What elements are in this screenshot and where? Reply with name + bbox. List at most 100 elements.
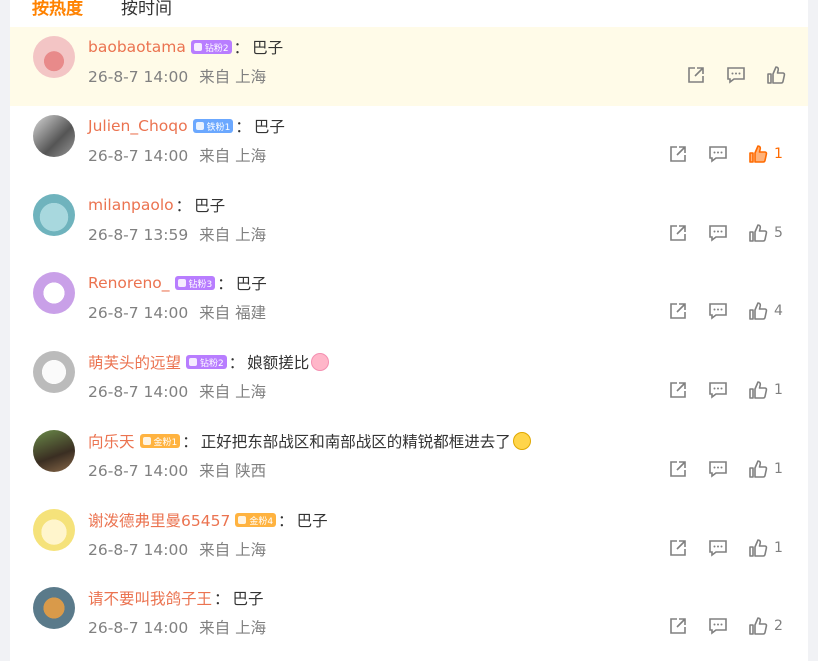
- comment-icon[interactable]: [708, 380, 728, 400]
- like-button[interactable]: 2: [748, 616, 783, 636]
- like-button[interactable]: 1: [748, 144, 783, 164]
- comment-item: 向乐天 金粉1 ： 正好把东部战区和南部战区的精锐都框进去了 26-8-7 14…: [10, 421, 808, 500]
- fan-badge[interactable]: 铁粉1: [192, 119, 234, 133]
- like-count: 1: [774, 382, 783, 398]
- like-button[interactable]: 1: [748, 538, 783, 558]
- comment-location: 来自 上海: [199, 226, 267, 244]
- pig-emoji-icon: [311, 353, 330, 371]
- comment-icon[interactable]: [708, 223, 728, 243]
- like-count: 1: [774, 540, 783, 556]
- thumbs-up-icon: [748, 223, 768, 243]
- comment-icon[interactable]: [708, 459, 728, 479]
- avatar[interactable]: [33, 509, 75, 551]
- comment-item: 谢泼德弗里曼65457 金粉4 ： 巴子 26-8-7 14:00 来自 上海 …: [10, 500, 808, 579]
- fan-badge[interactable]: 钻粉2: [186, 355, 227, 369]
- comment-location: 来自 福建: [199, 304, 267, 322]
- comment-username[interactable]: Renoreno_: [88, 274, 170, 292]
- comment-item: baobaotama 钻粉2 ： 巴子 26-8-7 14:00 来自 上海: [10, 27, 808, 106]
- avatar[interactable]: [33, 194, 75, 236]
- share-icon[interactable]: [668, 380, 688, 400]
- thumbs-up-icon: [748, 301, 768, 321]
- comment-username[interactable]: milanpaolo: [88, 196, 174, 214]
- separator-colon: ：: [217, 275, 233, 293]
- share-icon[interactable]: [668, 301, 688, 321]
- fan-badge[interactable]: 钻粉3: [174, 276, 216, 290]
- comment-item: 萌芙头的远望 钻粉2 ： 娘额搓比 26-8-7 14:00 来自 上海 1: [10, 342, 808, 421]
- separator-colon: ：: [175, 197, 192, 215]
- thinking-emoji-icon: [512, 432, 531, 450]
- separator-colon: ：: [233, 39, 250, 57]
- comment-icon[interactable]: [726, 65, 746, 85]
- sort-tabs: 按热度 按时间: [32, 0, 172, 20]
- avatar[interactable]: [33, 430, 75, 472]
- comment-text: 巴子: [235, 275, 267, 293]
- comment-location: 来自 上海: [199, 68, 267, 86]
- share-icon[interactable]: [668, 144, 688, 164]
- thumbs-up-icon: [748, 144, 768, 164]
- like-button[interactable]: [766, 65, 800, 85]
- like-count: 5: [774, 225, 783, 241]
- thumbs-up-icon: [748, 459, 768, 479]
- comment-username[interactable]: Julien_Choqo: [88, 117, 188, 135]
- comment-location: 来自 陕西: [199, 462, 267, 480]
- like-count: 2: [774, 618, 783, 634]
- fan-badge[interactable]: 金粉1: [139, 434, 181, 448]
- comment-date: 26-8-7 14:00: [88, 147, 189, 165]
- comment-location: 来自 上海: [199, 383, 267, 401]
- avatar[interactable]: [33, 272, 75, 314]
- comment-username[interactable]: 向乐天: [88, 430, 135, 452]
- share-icon[interactable]: [668, 616, 688, 636]
- avatar[interactable]: [33, 36, 75, 78]
- comment-date: 26-8-7 14:00: [88, 383, 189, 401]
- comment-item: Julien_Choqo 铁粉1 ： 巴子 26-8-7 14:00 来自 上海…: [10, 106, 808, 185]
- comment-icon[interactable]: [708, 301, 728, 321]
- share-icon[interactable]: [668, 223, 688, 243]
- comment-date: 26-8-7 14:00: [88, 619, 189, 637]
- comment-username[interactable]: 请不要叫我鸽子王: [88, 587, 212, 609]
- comment-text: 巴子: [232, 590, 264, 608]
- comment-location: 来自 上海: [199, 147, 267, 165]
- comment-text: 巴子: [194, 197, 226, 215]
- like-button[interactable]: 5: [748, 223, 783, 243]
- comment-text: 娘额搓比: [247, 354, 310, 372]
- comment-username[interactable]: baobaotama: [88, 38, 186, 56]
- fan-badge[interactable]: 金粉4: [235, 513, 277, 527]
- comment-icon[interactable]: [708, 538, 728, 558]
- separator-colon: ：: [278, 512, 294, 530]
- like-count: 4: [774, 303, 783, 319]
- separator-colon: ：: [182, 433, 198, 451]
- comment-text: 巴子: [252, 39, 284, 57]
- share-icon[interactable]: [668, 538, 688, 558]
- tab-hot[interactable]: 按热度: [32, 0, 83, 20]
- comment-icon[interactable]: [708, 616, 728, 636]
- fan-badge[interactable]: 钻粉2: [190, 40, 232, 54]
- thumbs-up-icon: [748, 380, 768, 400]
- share-icon[interactable]: [686, 65, 706, 85]
- comment-date: 26-8-7 14:00: [88, 68, 189, 86]
- avatar[interactable]: [33, 351, 75, 393]
- comment-icon[interactable]: [708, 144, 728, 164]
- separator-colon: ：: [228, 354, 245, 372]
- comment-date: 26-8-7 13:59: [88, 226, 189, 244]
- comment-username[interactable]: 萌芙头的远望: [88, 351, 181, 373]
- comment-date: 26-8-7 14:00: [88, 304, 189, 322]
- tab-time[interactable]: 按时间: [121, 0, 172, 20]
- comment-username[interactable]: 谢泼德弗里曼65457: [88, 509, 230, 531]
- comment-location: 来自 上海: [199, 541, 267, 559]
- comment-item: Renoreno_ 钻粉3 ： 巴子 26-8-7 14:00 来自 福建 4: [10, 263, 808, 342]
- separator-colon: ：: [214, 590, 230, 608]
- like-button[interactable]: 1: [748, 459, 783, 479]
- avatar[interactable]: [33, 115, 75, 157]
- comment-date: 26-8-7 14:00: [88, 462, 189, 480]
- comment-text: 巴子: [296, 512, 328, 530]
- like-button[interactable]: 4: [748, 301, 783, 321]
- comment-date: 26-8-7 14:00: [88, 541, 189, 559]
- comment-item: milanpaolo ： 巴子 26-8-7 13:59 来自 上海 5: [10, 185, 808, 264]
- separator-colon: ：: [235, 118, 251, 136]
- avatar[interactable]: [33, 587, 75, 629]
- like-button[interactable]: 1: [748, 380, 783, 400]
- comments-panel: 按热度 按时间 baobaotama 钻粉2 ： 巴子 26-8-7 14:00…: [10, 0, 808, 661]
- share-icon[interactable]: [668, 459, 688, 479]
- thumbs-up-icon: [748, 616, 768, 636]
- comment-text: 正好把东部战区和南部战区的精锐都框进去了: [200, 433, 511, 451]
